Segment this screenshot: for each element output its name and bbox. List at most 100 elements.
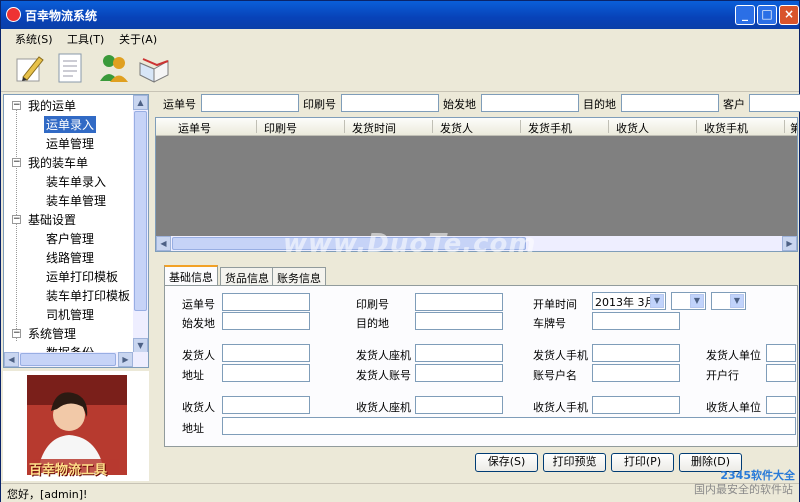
dropdown-arrow-icon[interactable]: ▼ bbox=[730, 294, 744, 308]
dropdown-arrow-icon[interactable]: ▼ bbox=[690, 294, 704, 308]
search-label-print-no: 印刷号 bbox=[303, 98, 336, 111]
close-button[interactable]: × bbox=[779, 5, 799, 25]
tab-goods-info[interactable]: 货品信息 bbox=[220, 267, 274, 285]
shipper-account-label: 发货人账号 bbox=[356, 369, 411, 382]
print-button[interactable]: 打印(P) bbox=[611, 453, 674, 472]
title-bar[interactable]: 百幸物流系统 _ □ × bbox=[1, 1, 799, 29]
tree-horizontal-scrollbar[interactable]: ◀ ▶ bbox=[4, 352, 148, 367]
tree-item-route-management[interactable]: 线路管理 bbox=[46, 249, 94, 266]
dropdown-arrow-icon[interactable]: ▼ bbox=[650, 294, 664, 308]
receiver-unit-label: 收货人单位 bbox=[706, 401, 761, 414]
shipper-input[interactable] bbox=[222, 344, 310, 362]
collapse-icon[interactable]: − bbox=[12, 329, 21, 338]
book-icon[interactable] bbox=[137, 51, 171, 85]
origin-input[interactable] bbox=[222, 312, 310, 330]
minute-select[interactable]: ▼ bbox=[711, 292, 746, 310]
navigation-tree[interactable]: − 我的运单 运单录入 运单管理 − 我的装车单 装车单录入 装车单管理 − 基… bbox=[3, 94, 149, 368]
search-destination-input[interactable] bbox=[621, 94, 719, 112]
receiver-phone-input[interactable] bbox=[415, 396, 503, 414]
column-header[interactable]: 运单号 bbox=[178, 120, 211, 136]
app-logo-icon bbox=[6, 7, 21, 22]
column-divider bbox=[784, 120, 785, 133]
collapse-icon[interactable]: − bbox=[12, 215, 21, 224]
column-header[interactable]: 发货手机 bbox=[528, 120, 572, 136]
scroll-thumb[interactable] bbox=[20, 353, 116, 366]
corner-watermark-slogan: 国内最安全的软件站 bbox=[694, 483, 793, 496]
plate-label: 车牌号 bbox=[533, 317, 566, 330]
receiver-input[interactable] bbox=[222, 396, 310, 414]
account-name-input[interactable] bbox=[592, 364, 680, 382]
receiver-unit-input[interactable] bbox=[766, 396, 796, 414]
column-header[interactable]: 印刷号 bbox=[264, 120, 297, 136]
tree-item-loading-management[interactable]: 装车单管理 bbox=[46, 192, 106, 209]
tree-vertical-scrollbar[interactable]: ▲ ▼ bbox=[133, 95, 148, 353]
toolbar bbox=[1, 47, 799, 92]
menu-tools[interactable]: 工具(T) bbox=[67, 31, 104, 47]
tree-item-loading-print-template[interactable]: 装车单打印模板 bbox=[46, 287, 130, 304]
shipper-address-input[interactable] bbox=[222, 364, 310, 382]
maximize-button[interactable]: □ bbox=[757, 5, 777, 25]
shipper-mobile-input[interactable] bbox=[592, 344, 680, 362]
search-waybill-no-input[interactable] bbox=[201, 94, 299, 112]
collapse-icon[interactable]: − bbox=[12, 158, 21, 167]
tree-guide-line bbox=[16, 109, 18, 341]
scroll-right-icon[interactable]: ▶ bbox=[118, 352, 133, 367]
menu-about[interactable]: 关于(A) bbox=[119, 31, 157, 47]
users-icon[interactable] bbox=[97, 51, 131, 85]
account-name-label: 账号户名 bbox=[533, 369, 577, 382]
pencil-edit-icon[interactable] bbox=[13, 51, 47, 85]
tree-group-my-waybills[interactable]: 我的运单 bbox=[28, 97, 76, 114]
bank-input[interactable] bbox=[766, 364, 796, 382]
tree-item-waybill-management[interactable]: 运单管理 bbox=[46, 135, 94, 152]
photo-caption: 百幸物流工具 bbox=[29, 463, 108, 478]
shipper-phone-input[interactable] bbox=[415, 344, 503, 362]
scroll-down-icon[interactable]: ▼ bbox=[133, 338, 148, 353]
column-header[interactable]: 发货人 bbox=[440, 120, 473, 136]
scroll-left-icon[interactable]: ◀ bbox=[156, 236, 171, 251]
tree-group-my-loading-lists[interactable]: 我的装车单 bbox=[28, 154, 88, 171]
search-origin-input[interactable] bbox=[481, 94, 579, 112]
tree-item-waybill-entry[interactable]: 运单录入 bbox=[44, 116, 97, 133]
tree-group-system-management[interactable]: 系统管理 bbox=[28, 325, 76, 342]
minimize-button[interactable]: _ bbox=[735, 5, 755, 25]
scroll-up-icon[interactable]: ▲ bbox=[133, 95, 148, 110]
tree-item-loading-entry[interactable]: 装车单录入 bbox=[46, 173, 106, 190]
column-divider bbox=[608, 120, 609, 133]
scroll-thumb[interactable] bbox=[134, 111, 147, 311]
destination-input[interactable] bbox=[415, 312, 503, 330]
column-header[interactable]: 收货手机 bbox=[704, 120, 748, 136]
tab-account-info[interactable]: 账务信息 bbox=[272, 267, 326, 285]
shipper-unit-label: 发货人单位 bbox=[706, 349, 761, 362]
shipper-mobile-label: 发货人手机 bbox=[533, 349, 588, 362]
print-no-input[interactable] bbox=[415, 293, 503, 311]
shipper-unit-input[interactable] bbox=[766, 344, 796, 362]
print-preview-button[interactable]: 打印预览 bbox=[543, 453, 606, 472]
window-title: 百幸物流系统 bbox=[25, 9, 98, 23]
hour-select[interactable]: ▼ bbox=[671, 292, 706, 310]
receiver-mobile-input[interactable] bbox=[592, 396, 680, 414]
open-time-picker[interactable]: 2013年 3月 ▼ bbox=[592, 292, 666, 310]
search-customer-input[interactable] bbox=[749, 94, 800, 112]
tree-item-customer-management[interactable]: 客户管理 bbox=[46, 230, 94, 247]
tab-basic-info[interactable]: 基础信息 bbox=[164, 265, 218, 285]
column-header[interactable]: 第 bbox=[790, 120, 797, 136]
document-icon[interactable] bbox=[53, 51, 87, 85]
scroll-right-icon[interactable]: ▶ bbox=[782, 236, 797, 251]
column-header[interactable]: 收货人 bbox=[616, 120, 649, 136]
collapse-icon[interactable]: − bbox=[12, 101, 21, 110]
tree-item-waybill-print-template[interactable]: 运单打印模板 bbox=[46, 268, 118, 285]
app-window: 百幸物流系统 _ □ × 系统(S) 工具(T) 关于(A) − 我的运单 运单… bbox=[0, 0, 800, 502]
center-watermark: www.DuoTe.com bbox=[283, 229, 537, 259]
menu-system[interactable]: 系统(S) bbox=[15, 31, 53, 47]
tree-item-driver-management[interactable]: 司机管理 bbox=[46, 306, 94, 323]
save-button[interactable]: 保存(S) bbox=[475, 453, 538, 472]
waybill-no-input[interactable] bbox=[222, 293, 310, 311]
column-header[interactable]: 发货时间 bbox=[352, 120, 396, 136]
tree-group-basic-settings[interactable]: 基础设置 bbox=[28, 211, 76, 228]
plate-input[interactable] bbox=[592, 312, 680, 330]
shipper-account-input[interactable] bbox=[415, 364, 503, 382]
search-print-no-input[interactable] bbox=[341, 94, 439, 112]
receiver-address-input[interactable] bbox=[222, 417, 796, 435]
scroll-left-icon[interactable]: ◀ bbox=[4, 352, 19, 367]
search-label-destination: 目的地 bbox=[583, 98, 616, 111]
